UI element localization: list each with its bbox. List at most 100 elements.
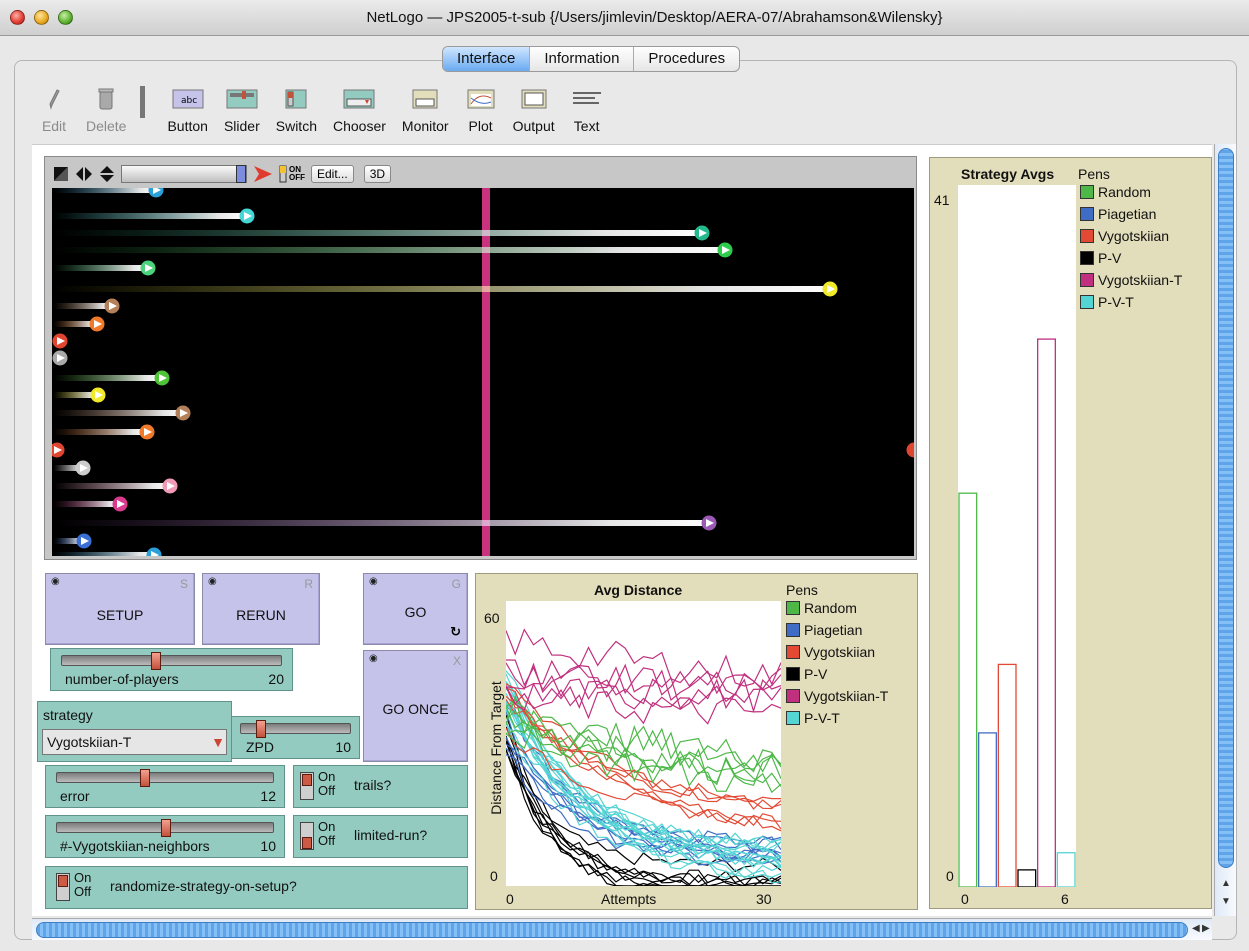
slider-thumb[interactable] [161, 819, 171, 837]
view-edit-button[interactable]: Edit... [311, 165, 354, 183]
scroll-up-arrow-icon[interactable]: ▲ [1221, 878, 1231, 889]
go-button[interactable]: ◉ G GO ↻ [363, 573, 468, 645]
switch-toggle[interactable] [300, 772, 314, 800]
output-tool[interactable]: Output [505, 80, 563, 134]
turtle-trail [54, 375, 162, 381]
avg-distance-line [505, 659, 782, 696]
wrap-vertical-icon[interactable] [99, 165, 115, 183]
scroll-right-arrow-icon[interactable]: ▶ [1202, 923, 1210, 934]
toolbar: Edit Delete abc Button Slider Switch Cho… [30, 80, 611, 136]
legend-swatch [786, 645, 800, 659]
switch-name: limited-run? [354, 827, 428, 843]
slider-track[interactable] [61, 652, 282, 670]
delete-tool[interactable]: Delete [78, 80, 134, 134]
switch-knob [58, 875, 68, 887]
switch-state: On Off [318, 770, 335, 798]
strategy-chooser[interactable]: strategy Vygotskiian-T ▼ [37, 701, 232, 762]
vertical-scrollbar[interactable]: ▲ ▼ [1214, 144, 1236, 916]
button-tool[interactable]: abc Button [159, 80, 215, 134]
switch-off-label: Off [318, 783, 336, 798]
scroll-left-arrow-icon[interactable]: ◀ [1192, 923, 1200, 934]
wrap-horizontal-icon[interactable] [75, 166, 93, 182]
slider-thumb[interactable] [256, 720, 266, 738]
monitor-tool[interactable]: Monitor [394, 80, 457, 134]
y-axis-label: Distance From Target [488, 681, 504, 815]
plot-tool[interactable]: Plot [457, 80, 505, 134]
switch-on-label: On [318, 819, 336, 834]
rerun-button-key: R [304, 577, 313, 591]
go-once-button-key: X [452, 654, 461, 668]
error-slider[interactable]: error 12 [45, 765, 285, 808]
horizontal-scroll-thumb[interactable] [36, 922, 1188, 938]
x-axis-label: Attempts [601, 891, 657, 907]
dropdown-arrow-icon[interactable]: ▼ [211, 734, 225, 750]
legend-entry: P-V-T [786, 710, 840, 726]
legend-title: Pens [786, 582, 818, 598]
svg-text:abc: abc [181, 96, 197, 106]
go-once-button-label: GO ONCE [382, 701, 449, 717]
slider-thumb[interactable] [151, 652, 161, 670]
chooser-value[interactable]: Vygotskiian-T [42, 729, 227, 755]
number-of-players-slider[interactable]: number-of-players 20 [50, 648, 293, 691]
avg-distance-line [505, 628, 782, 687]
legend-entry: Vygotskiian [1080, 228, 1169, 244]
turtle[interactable] [906, 442, 915, 458]
legend-label: P-V-T [1098, 294, 1134, 310]
chooser-tool-label: Chooser [332, 118, 386, 134]
zpd-slider[interactable]: ZPD 10 [231, 716, 360, 759]
vygotskiian-neighbors-slider[interactable]: #-Vygotskiian-neighbors 10 [45, 815, 285, 858]
x-max-tick: 30 [756, 891, 772, 907]
world-canvas[interactable] [52, 188, 914, 556]
edit-tool[interactable]: Edit [30, 80, 78, 134]
view-updates-switch[interactable]: ON OFF [279, 165, 305, 183]
turtle-trail [54, 286, 830, 292]
setup-button[interactable]: ◉ S SETUP [45, 573, 195, 645]
vertical-scroll-thumb[interactable] [1218, 148, 1234, 868]
go-once-button[interactable]: ◉ X GO ONCE [363, 650, 468, 762]
slider-track[interactable] [56, 819, 274, 837]
avg-distance-plot[interactable]: Avg Distance 60 0 0 30 Attempts Distance… [475, 573, 918, 910]
strategy-bars [958, 338, 1076, 888]
slider-thumb[interactable] [140, 769, 150, 787]
switch-tool[interactable]: Switch [268, 80, 325, 134]
go-button-key: G [451, 577, 461, 591]
plot-title: Avg Distance [594, 582, 683, 598]
slider-track[interactable] [240, 720, 351, 738]
randomize-strategy-switch[interactable]: On Off randomize-strategy-on-setup? [45, 866, 468, 909]
scroll-down-arrow-icon[interactable]: ▼ [1221, 896, 1231, 907]
title-bar: NetLogo — JPS2005-t-sub {/Users/jimlevin… [0, 0, 1249, 36]
tab-procedures[interactable]: Procedures [633, 47, 739, 71]
switch-toggle[interactable] [300, 822, 314, 850]
switch-off-label: Off [74, 884, 92, 899]
legend-swatch [1080, 185, 1094, 199]
y-max-tick: 41 [934, 192, 950, 208]
chooser-tool[interactable]: Chooser [325, 80, 394, 134]
legend-entry: P-V [786, 666, 827, 682]
text-tool[interactable]: Text [563, 80, 611, 134]
switch-name: trails? [354, 777, 392, 793]
bar-random [958, 492, 978, 888]
strategy-avgs-plot[interactable]: Strategy Avgs 41 0 0 6 Pens Random Piaget… [929, 157, 1212, 909]
speed-slider-knob[interactable] [236, 165, 246, 183]
horizontal-scrollbar[interactable]: ◀ ▶ [32, 918, 1212, 940]
slider-tool[interactable]: Slider [216, 80, 268, 134]
trails-switch[interactable]: On Off trails? [293, 765, 468, 808]
view-3d-button[interactable]: 3D [363, 165, 392, 183]
shape-toggle-icon[interactable] [53, 166, 69, 182]
legend-swatch [786, 689, 800, 703]
tab-information[interactable]: Information [529, 47, 633, 71]
legend-label: P-V-T [804, 710, 840, 726]
legend-entry: Vygotskiian-T [1080, 272, 1182, 288]
legend-swatch [1080, 207, 1094, 221]
setup-button-label: SETUP [96, 607, 144, 623]
tab-interface[interactable]: Interface [443, 47, 530, 71]
switch-toggle[interactable] [56, 873, 70, 901]
speed-slider[interactable] [121, 165, 247, 183]
slider-track[interactable] [56, 769, 274, 787]
avg-distance-canvas [505, 601, 782, 887]
bar-p-v-t [1056, 852, 1076, 888]
tab-bar: Interface Information Procedures [442, 46, 741, 72]
plot-tool-label: Plot [468, 118, 493, 134]
limited-run-switch[interactable]: On Off limited-run? [293, 815, 468, 858]
rerun-button[interactable]: ◉ R RERUN [202, 573, 320, 645]
